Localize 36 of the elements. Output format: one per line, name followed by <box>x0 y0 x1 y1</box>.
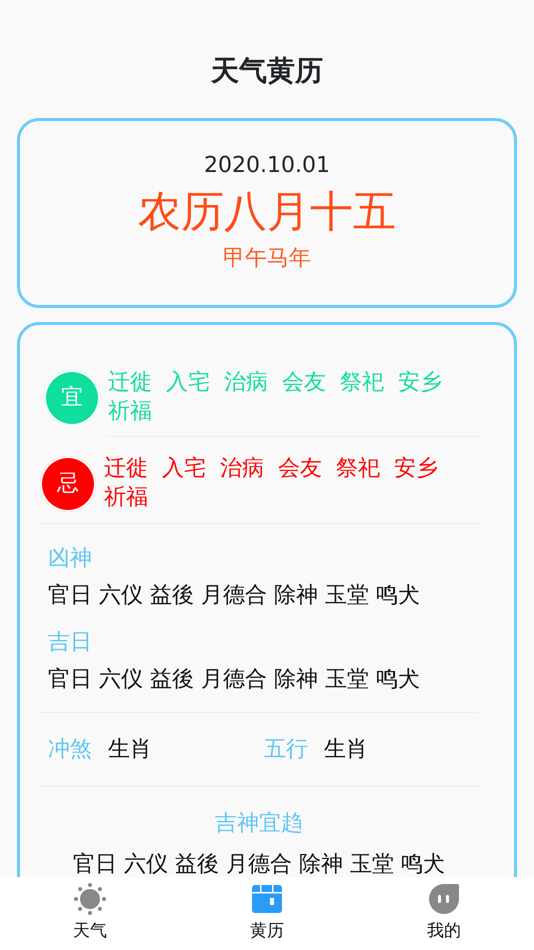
pair-label: 五行 <box>264 736 308 764</box>
activity-text: 迁徙 <box>104 455 148 484</box>
nav-tab[interactable]: 黄历 <box>212 877 322 950</box>
suitable-badge: 宜 <box>44 370 100 426</box>
pair-value: 生肖 <box>324 736 368 764</box>
section-label: 吉神宜趋 <box>214 810 304 838</box>
activity-text: 治病 <box>224 369 268 398</box>
activity-text: 迁徙 <box>108 369 152 398</box>
section-label: 吉日 <box>47 628 93 657</box>
activity-text: 祈福 <box>104 484 148 512</box>
solar-date: 2020.10.01 <box>203 152 331 180</box>
nav-tab[interactable]: 天气 <box>35 877 145 950</box>
section-text: 官日 六仪 益後 月德合 除神 玉堂 鸣犬 <box>47 666 421 694</box>
activity-text: 入宅 <box>166 369 210 398</box>
section-label: 凶神 <box>47 544 93 573</box>
activity-text: 祈福 <box>108 398 152 426</box>
zodiac-year: 甲午马年 <box>222 245 312 274</box>
activity-text: 会友 <box>278 455 322 484</box>
pair-value: 生肖 <box>108 736 152 764</box>
calendar-icon <box>251 883 283 915</box>
activity-text: 安乡 <box>394 455 438 484</box>
nav-tab[interactable]: 我的 <box>389 877 499 950</box>
activity-text: 入宅 <box>162 455 206 484</box>
activity-text: 祭祀 <box>336 455 380 484</box>
activity-text: 会友 <box>282 369 326 398</box>
avoid-badge: 忌 <box>40 456 96 512</box>
lunar-date: 农历八月十五 <box>137 186 397 239</box>
activity-text: 安乡 <box>398 369 442 398</box>
section-text: 官日 六仪 益後 月德合 除神 玉堂 鸣犬 <box>72 850 446 879</box>
section-text: 官日 六仪 益後 月德合 除神 玉堂 鸣犬 <box>47 582 421 610</box>
page-title: 天气黄历 <box>210 53 324 89</box>
activity-text: 治病 <box>220 455 264 484</box>
activity-text: 祭祀 <box>340 369 384 398</box>
pair-label: 冲煞 <box>48 736 92 764</box>
blob-icon <box>428 883 460 915</box>
sun-icon <box>74 883 106 915</box>
